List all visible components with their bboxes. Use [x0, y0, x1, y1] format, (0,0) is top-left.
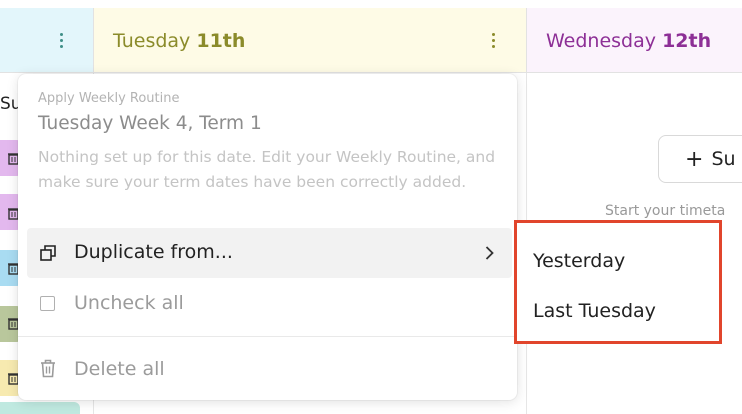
tuesday-date-label: 11th	[196, 30, 246, 52]
add-subject-button[interactable]: + Su	[658, 135, 742, 183]
tuesday-day-label: Tuesday	[113, 30, 191, 52]
submenu-item-last-tuesday[interactable]: Last Tuesday	[533, 300, 656, 322]
plus-icon: +	[685, 146, 704, 172]
trash-icon	[41, 359, 55, 378]
previous-day-header	[0, 8, 94, 73]
empty-state-text: Start your timeta	[605, 203, 726, 219]
menu-week-label: Tuesday Week 4, Term 1	[38, 113, 262, 134]
menu-section-label: Apply Weekly Routine	[38, 91, 180, 106]
menu-divider	[18, 336, 517, 337]
previous-day-more-icon[interactable]	[50, 26, 72, 54]
tuesday-header: Tuesday 11th	[94, 8, 527, 73]
schedule-block[interactable]	[0, 402, 80, 414]
tuesday-more-icon[interactable]	[482, 26, 504, 54]
checkbox-icon[interactable]	[40, 296, 55, 311]
duplicate-from-submenu	[514, 220, 722, 344]
wednesday-header: Wednesday 12th	[527, 8, 742, 73]
submenu-item-yesterday[interactable]: Yesterday	[533, 250, 625, 272]
add-button-label: Su	[711, 148, 736, 170]
tuesday-title: Tuesday 11th	[113, 30, 245, 52]
wednesday-title: Wednesday 12th	[546, 30, 711, 52]
duplicate-icon	[40, 245, 56, 261]
chevron-right-icon	[485, 246, 494, 260]
menu-empty-note: Nothing set up for this date. Edit your …	[38, 148, 496, 191]
uncheck-all-menu-item[interactable]: Uncheck all	[74, 292, 184, 314]
wednesday-date-label: 12th	[662, 30, 712, 52]
delete-all-menu-item[interactable]: Delete all	[74, 358, 165, 380]
wednesday-day-label: Wednesday	[546, 30, 657, 52]
duplicate-from-label[interactable]: Duplicate from...	[74, 241, 233, 263]
